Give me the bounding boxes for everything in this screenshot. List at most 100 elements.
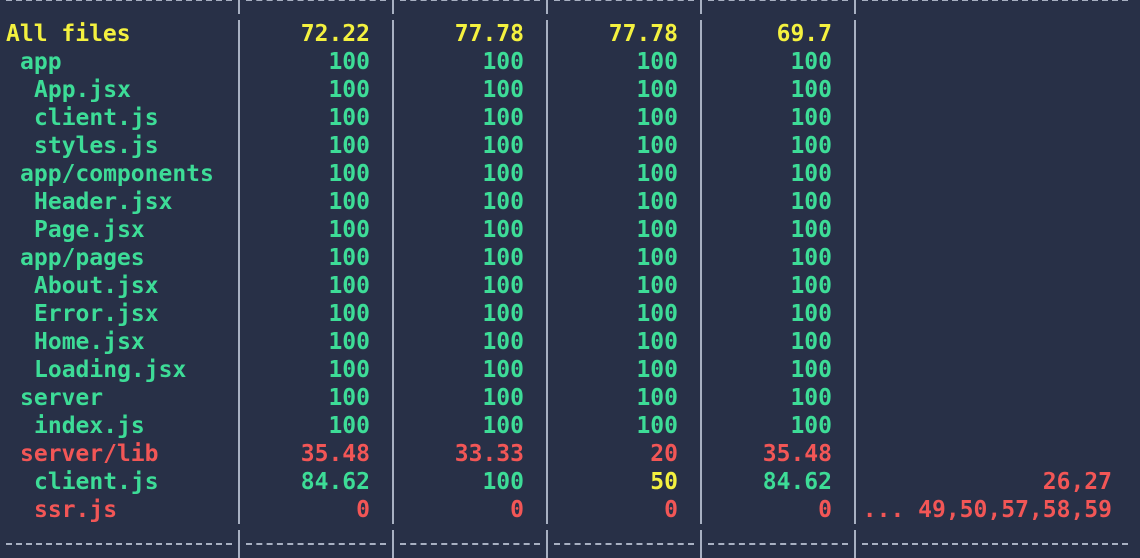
coverage-value: 0 — [664, 497, 678, 523]
column-divider — [854, 384, 856, 412]
column-divider — [546, 76, 548, 104]
column-divider — [392, 468, 394, 496]
column-divider — [700, 20, 702, 48]
column-divider — [392, 160, 394, 188]
coverage-value: 100 — [482, 469, 524, 495]
uncovered-lines-cell — [862, 20, 1112, 48]
uncovered-lines-cell — [862, 384, 1112, 412]
coverage-value: 84.62 — [762, 469, 832, 495]
column-divider — [392, 244, 394, 272]
separator-segment — [862, 543, 1128, 545]
column-divider — [392, 104, 394, 132]
file-name: app — [20, 49, 62, 75]
table-row: client.js 100 100 100 100 — [0, 104, 1140, 132]
coverage-value: 33.33 — [454, 441, 524, 467]
column-divider — [546, 132, 548, 160]
table-row: Header.jsx 100 100 100 100 — [0, 188, 1140, 216]
column-divider — [854, 216, 856, 244]
file-name: Home.jsx — [34, 329, 145, 355]
column-divider — [546, 356, 548, 384]
column-divider — [238, 468, 240, 496]
file-name: styles.js — [34, 133, 159, 159]
table-row: styles.js 100 100 100 100 — [0, 132, 1140, 160]
separator-segment — [6, 543, 232, 545]
column-divider — [854, 132, 856, 160]
file-name: ssr.js — [34, 497, 118, 523]
coverage-value: 100 — [328, 357, 370, 383]
column-divider — [238, 0, 240, 14]
coverage-value: 0 — [818, 497, 832, 523]
column-divider — [700, 188, 702, 216]
coverage-value: 100 — [790, 189, 832, 215]
file-name: client.js — [34, 469, 159, 495]
coverage-value: 100 — [328, 105, 370, 131]
column-divider — [854, 412, 856, 440]
coverage-value: 50 — [650, 469, 678, 495]
column-divider — [546, 188, 548, 216]
table-row: app/components 100 100 100 100 — [0, 160, 1140, 188]
column-divider — [854, 0, 856, 14]
coverage-value: 69.7 — [776, 21, 832, 47]
coverage-value: 100 — [328, 385, 370, 411]
coverage-value: 100 — [482, 273, 524, 299]
uncovered-lines-cell — [862, 216, 1112, 244]
coverage-value: 100 — [636, 273, 678, 299]
coverage-value: 100 — [328, 217, 370, 243]
column-divider — [392, 496, 394, 524]
separator-segment — [246, 0, 386, 1]
column-divider — [854, 104, 856, 132]
coverage-value: 100 — [482, 329, 524, 355]
column-divider — [546, 0, 548, 14]
column-divider — [854, 496, 856, 524]
separator-segment — [708, 543, 848, 545]
coverage-value: 35.48 — [300, 441, 370, 467]
column-divider — [238, 216, 240, 244]
table-separator-top — [0, 0, 1140, 14]
column-divider — [546, 272, 548, 300]
table-row: Home.jsx 100 100 100 100 — [0, 328, 1140, 356]
coverage-value: 100 — [482, 161, 524, 187]
column-divider — [392, 384, 394, 412]
table-row: client.js 84.62 100 50 84.62 26,27 — [0, 468, 1140, 496]
column-divider — [546, 496, 548, 524]
column-divider — [700, 76, 702, 104]
coverage-value: 77.78 — [454, 21, 524, 47]
coverage-value: 100 — [482, 133, 524, 159]
coverage-value: 100 — [790, 301, 832, 327]
separator-segment — [400, 0, 540, 1]
coverage-value: 100 — [328, 133, 370, 159]
column-divider — [546, 412, 548, 440]
column-divider — [700, 384, 702, 412]
table-row: Loading.jsx 100 100 100 100 — [0, 356, 1140, 384]
coverage-value: 100 — [328, 245, 370, 271]
column-divider — [238, 272, 240, 300]
column-divider — [546, 20, 548, 48]
coverage-value: 84.62 — [300, 469, 370, 495]
coverage-value: 100 — [328, 49, 370, 75]
column-divider — [700, 244, 702, 272]
terminal-window: All files 72.22 77.78 77.78 69.7 app 100 100 100… — [0, 0, 1140, 558]
column-divider — [854, 328, 856, 356]
column-divider — [700, 440, 702, 468]
uncovered-lines-cell — [862, 272, 1112, 300]
uncovered-lines-cell — [862, 48, 1112, 76]
column-divider — [700, 160, 702, 188]
column-divider — [238, 48, 240, 76]
column-divider — [854, 76, 856, 104]
coverage-value: 100 — [790, 357, 832, 383]
coverage-value: 100 — [790, 49, 832, 75]
column-divider — [546, 160, 548, 188]
table-row: Error.jsx 100 100 100 100 — [0, 300, 1140, 328]
coverage-value: 100 — [636, 49, 678, 75]
column-divider — [392, 132, 394, 160]
uncovered-lines-cell — [862, 244, 1112, 272]
coverage-value: 100 — [328, 77, 370, 103]
table-row: server 100 100 100 100 — [0, 384, 1140, 412]
column-divider — [238, 132, 240, 160]
uncovered-lines-cell — [862, 356, 1112, 384]
column-divider — [700, 104, 702, 132]
coverage-value: 100 — [790, 413, 832, 439]
coverage-value: 20 — [650, 441, 678, 467]
table-row: server/lib 35.48 33.33 20 35.48 — [0, 440, 1140, 468]
column-divider — [392, 412, 394, 440]
